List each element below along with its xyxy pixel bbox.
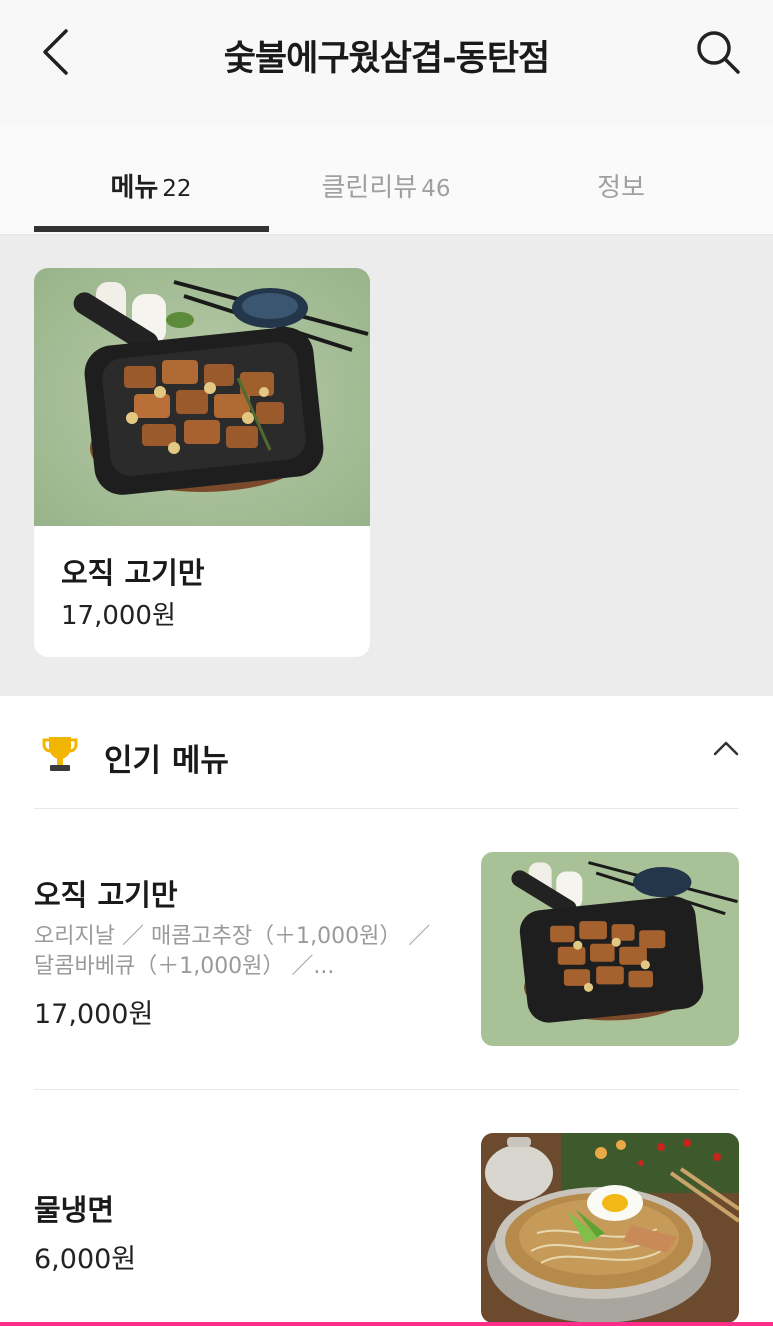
store-title: 숯불에구웠삼겹-동탄점 [223, 39, 551, 79]
list-item[interactable]: 오직 고기만 오리지날 ／ 매콤고추장（＋1,000원） ／ 달콤바베큐（＋1,… [34, 852, 739, 1048]
chevron-left-icon [43, 29, 68, 75]
tab-info-label: 정보 [597, 173, 645, 203]
featured-section: 오직 고기만 17,000원 [0, 235, 773, 696]
featured-menu-card[interactable]: 오직 고기만 17,000원 [34, 268, 370, 657]
tab-review-count: 46 [421, 176, 451, 202]
trophy-icon [42, 737, 78, 771]
pork-skillet-photo [34, 268, 370, 526]
popular-menu-header[interactable]: 인기 메뉴 [34, 726, 739, 786]
menu-item-name: 물냉면 [34, 1193, 115, 1227]
tab-menu-count: 22 [162, 176, 192, 202]
cold-noodle-photo [481, 1133, 739, 1323]
active-tab-indicator [34, 226, 269, 232]
menu-item-description: 오리지날 ／ 매콤고추장（＋1,000원） ／ 달콤바베큐（＋1,000원） ／… [34, 924, 431, 979]
menu-item-image [481, 1133, 739, 1323]
chevron-up-icon [713, 741, 739, 756]
back-button[interactable] [30, 22, 80, 82]
tab-menu[interactable]: 메뉴 22 [34, 167, 268, 204]
pork-skillet-photo [481, 852, 739, 1046]
top-app-bar: 숯불에구웠삼겹-동탄점 [0, 0, 773, 125]
popular-menu-section: 인기 메뉴 오직 고기만 오리지날 ／ 매콤고추장（＋1,000원） ／ 달콤바… [0, 696, 773, 1326]
tab-info[interactable]: 정보 [504, 167, 738, 204]
featured-menu-price: 17,000원 [61, 601, 176, 631]
featured-menu-name: 오직 고기만 [61, 556, 205, 590]
tab-clean-review[interactable]: 클린리뷰 46 [269, 167, 503, 204]
bottom-accent-bar [0, 1322, 773, 1326]
menu-item-name: 오직 고기만 [34, 878, 178, 912]
menu-item-image [481, 852, 739, 1046]
tab-menu-label: 메뉴 [110, 173, 159, 203]
menu-item-price: 17,000원 [34, 999, 154, 1030]
search-button[interactable] [690, 24, 746, 80]
list-item[interactable]: 물냉면 6,000원 [34, 1133, 739, 1326]
tab-bar: 메뉴 22 클린리뷰 46 정보 [0, 125, 773, 235]
section-divider [34, 808, 739, 809]
item-divider [34, 1089, 739, 1090]
popular-menu-title: 인기 메뉴 [104, 743, 229, 779]
tab-review-label: 클린리뷰 [321, 173, 418, 203]
menu-item-price: 6,000원 [34, 1244, 137, 1275]
search-icon [697, 31, 740, 74]
